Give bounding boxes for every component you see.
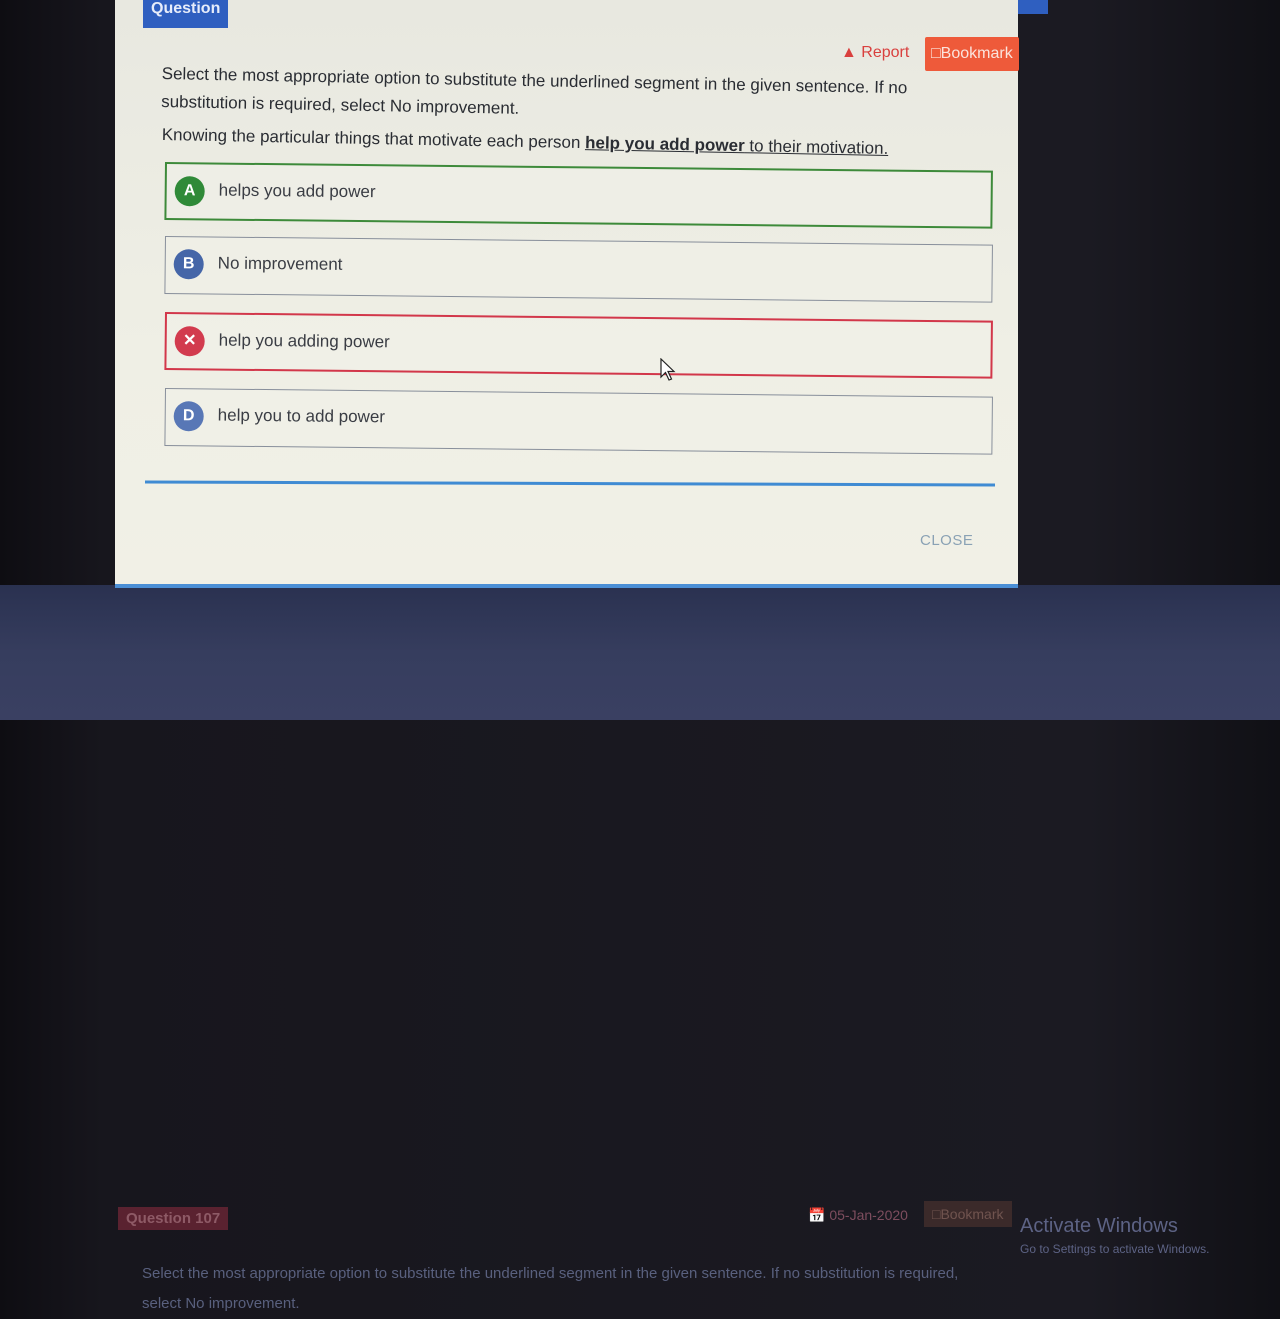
background-bookmark-label: Bookmark — [940, 1206, 1004, 1222]
option-a-text: helps you add power — [218, 180, 376, 202]
background-page: Question 107 📅 05-Jan-2020 □Bookmark Sel… — [0, 585, 1280, 1312]
background-question-text: Select the most appropriate option to su… — [142, 1265, 959, 1312]
option-b-badge: B — [173, 249, 204, 280]
question-modal: Question ▲ Report □Bookmark Select the m… — [115, 0, 1019, 588]
bookmark-icon: □ — [931, 45, 941, 62]
option-c[interactable]: ✕ help you adding power — [164, 312, 993, 379]
background-question-label: Question 107 — [118, 1207, 229, 1230]
underlined-segment: help you add power — [584, 133, 745, 156]
watermark-subtitle: Go to Settings to activate Windows. — [1020, 1242, 1210, 1256]
sentence-before: Knowing the particular things that motiv… — [161, 125, 586, 153]
watermark-title: Activate Windows — [1020, 1215, 1178, 1237]
option-a-badge: A — [174, 176, 205, 207]
option-c-text: help you adding power — [218, 330, 390, 352]
close-button[interactable]: CLOSE — [920, 532, 973, 549]
report-button[interactable]: ▲ Report — [841, 44, 909, 62]
question-sentence: Knowing the particular things that motiv… — [162, 125, 942, 160]
cursor-icon — [660, 358, 676, 381]
sentence-after: to their motivation. — [744, 136, 889, 158]
warning-icon: ▲ — [841, 44, 857, 61]
modal-divider — [144, 480, 996, 487]
option-a[interactable]: A helps you add power — [164, 162, 993, 229]
option-d[interactable]: D help you to add power — [164, 388, 993, 455]
background-bookmark-button[interactable]: □Bookmark — [924, 1201, 1012, 1227]
bookmark-button[interactable]: □Bookmark — [925, 37, 1019, 71]
background-date-text: 05-Jan-2020 — [829, 1207, 908, 1223]
option-d-text: help you to add power — [217, 405, 386, 427]
bookmark-label: Bookmark — [940, 45, 1013, 62]
calendar-icon: 📅 — [808, 1207, 826, 1223]
option-b[interactable]: B No improvement — [164, 236, 993, 303]
close-icon: ✕ — [174, 326, 205, 357]
background-date: 📅 05-Jan-2020 — [808, 1207, 908, 1224]
report-label: Report — [861, 44, 910, 61]
question-tab: Question — [143, 0, 229, 28]
question-instruction: Select the most appropriate option to su… — [161, 63, 908, 118]
bookmark-icon: □ — [932, 1206, 941, 1222]
option-d-badge: D — [173, 401, 204, 432]
activate-windows-watermark: Activate Windows Go to Settings to activ… — [1020, 1215, 1209, 1256]
option-b-text: No improvement — [217, 253, 343, 274]
